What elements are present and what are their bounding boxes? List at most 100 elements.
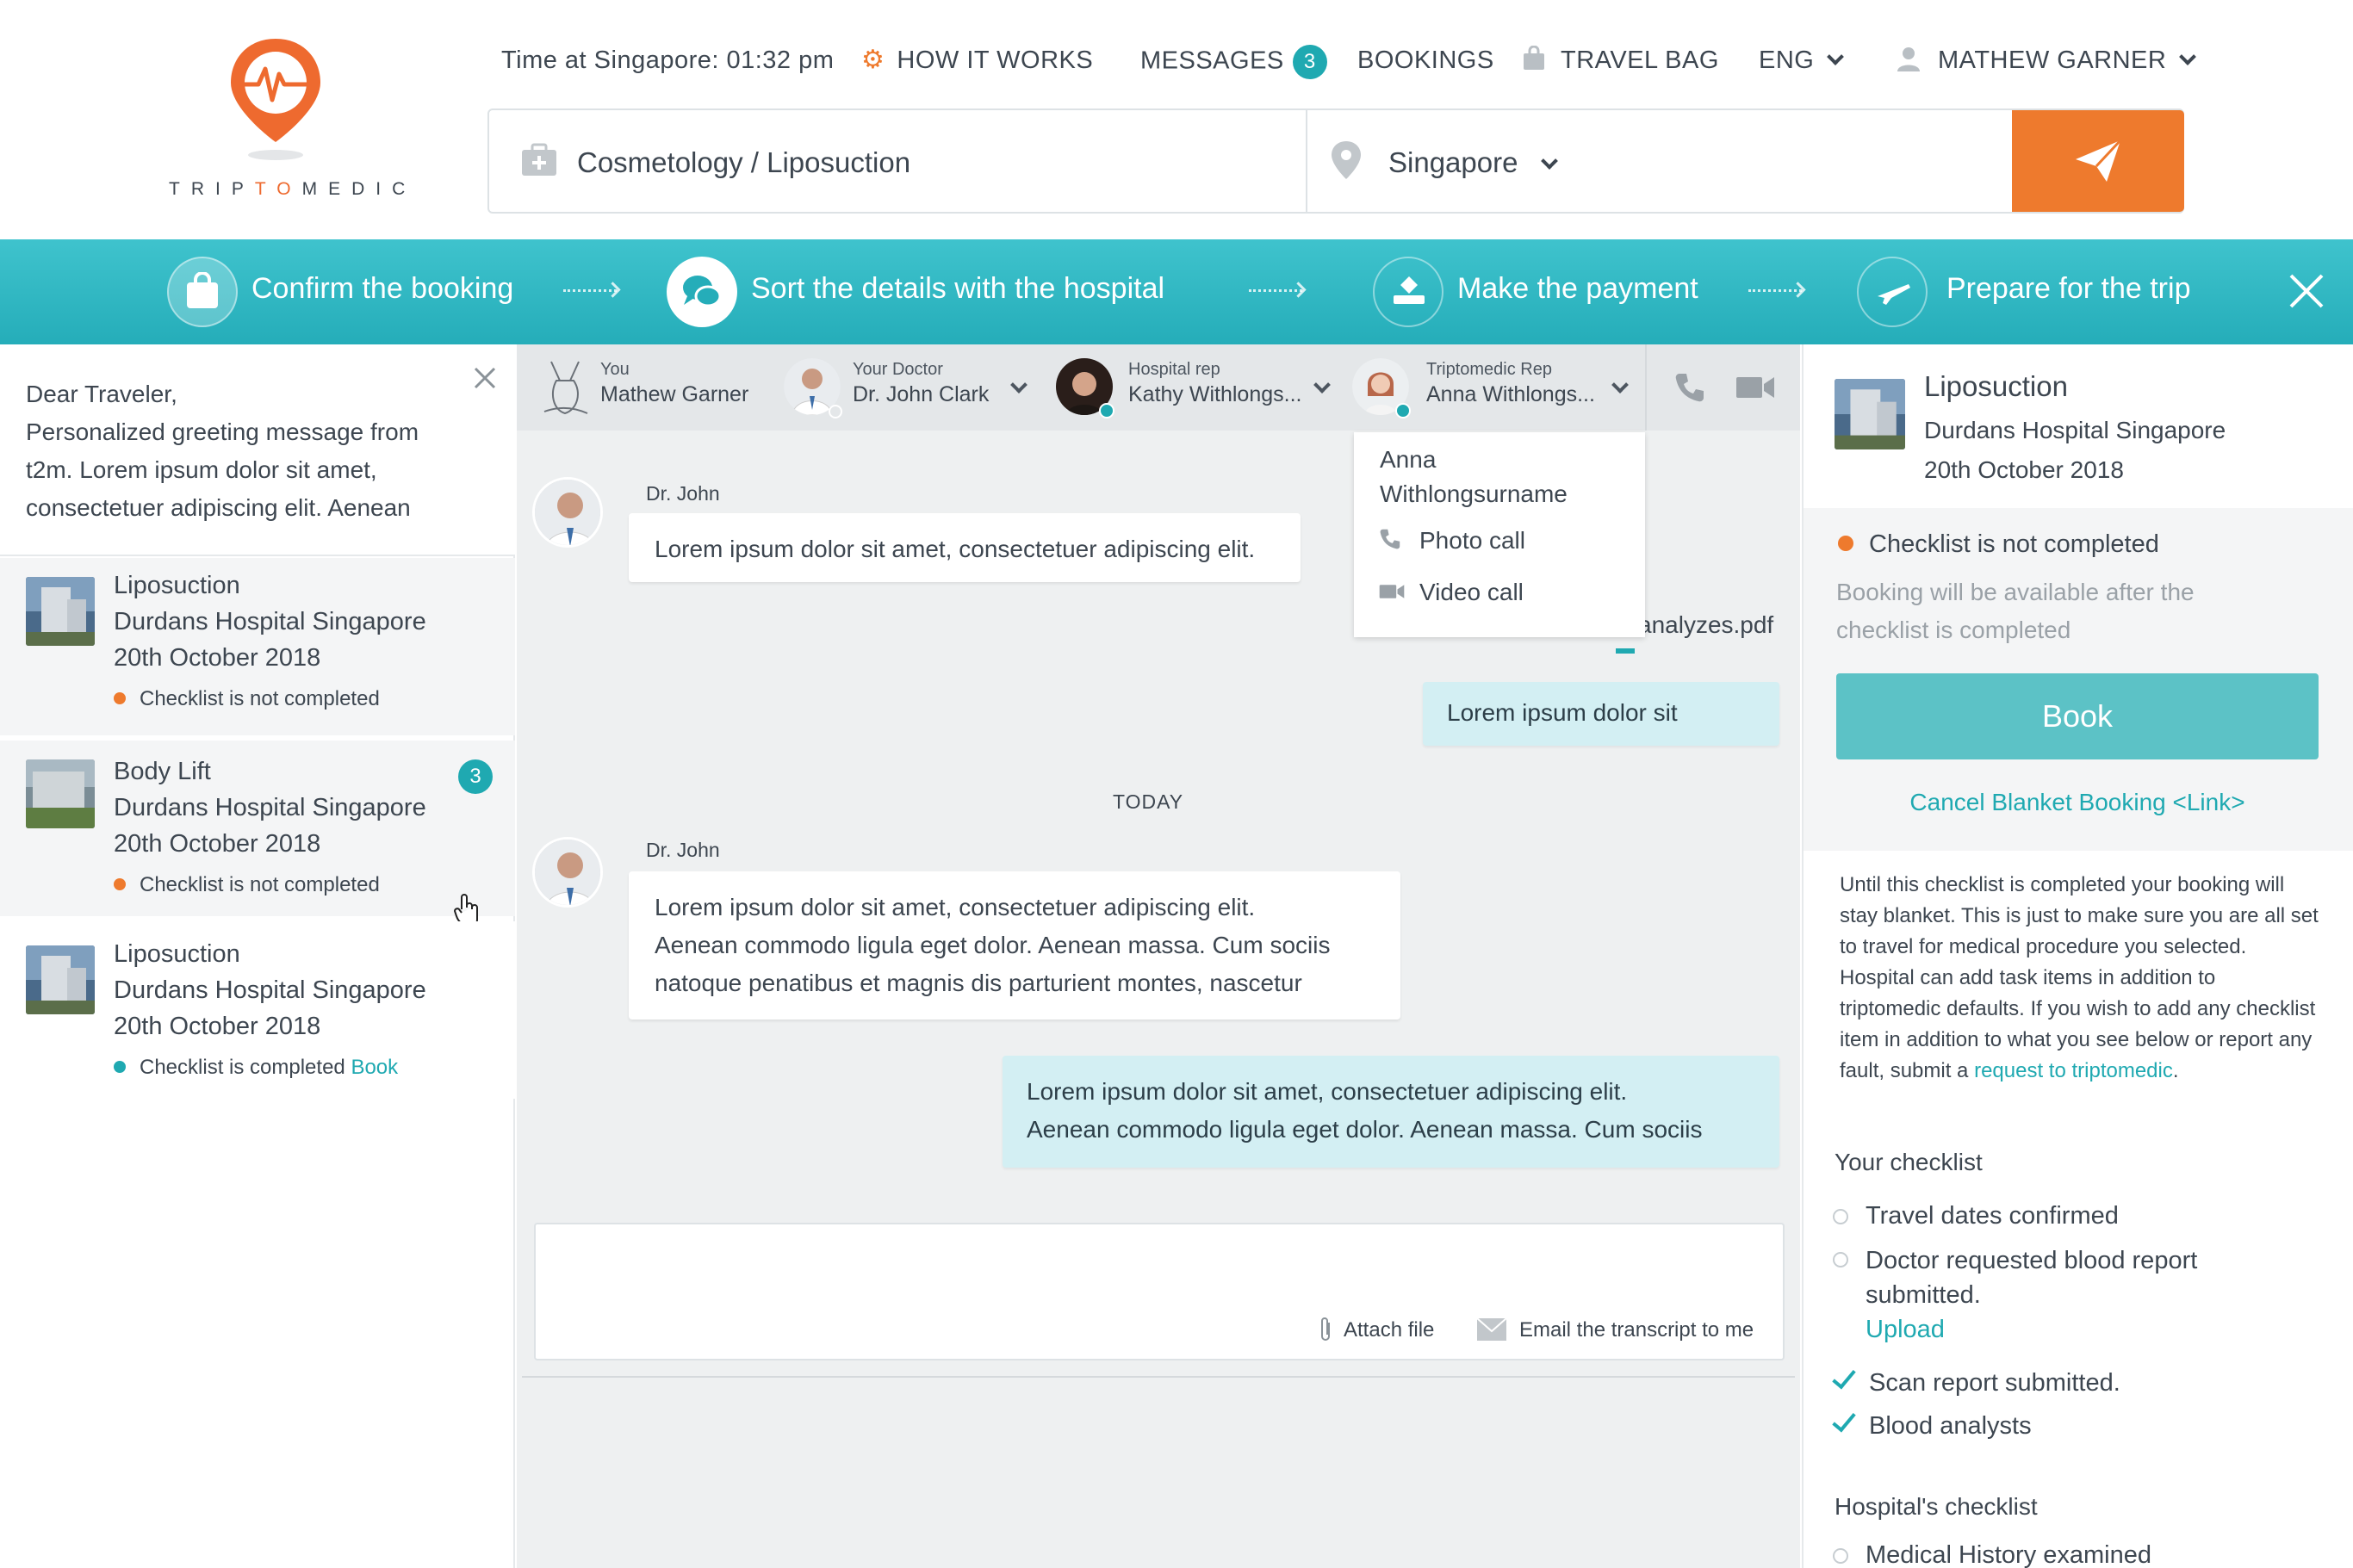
participant-name: Kathy Withlongs...: [1128, 382, 1302, 406]
paperclip-icon: [1321, 1317, 1330, 1341]
local-time: Time at Singapore: 01:32 pm: [501, 46, 835, 74]
chevron-down-icon: [1827, 48, 1845, 65]
treatment-value: Cosmetology / Liposuction: [577, 146, 911, 178]
cancel-blanket-booking-link[interactable]: Cancel Blanket Booking <Link>: [1836, 789, 2319, 816]
nav-messages[interactable]: MESSAGES 3: [1140, 45, 1327, 79]
step-sort-details-label[interactable]: Sort the details with the hospital: [751, 272, 1164, 306]
greeting-text: Dear Traveler, Personalized greeting mes…: [26, 381, 419, 521]
booking-procedure: Liposuction: [1924, 370, 2068, 402]
chevron-down-icon: [1010, 376, 1027, 394]
checklist-item[interactable]: Blood analysts: [1832, 1407, 2032, 1441]
dropdown-participant-name: Anna Withlongsurname: [1380, 446, 1568, 507]
participant-role: Triptomedic Rep: [1426, 360, 1552, 379]
step-payment-circle: [1373, 257, 1443, 327]
checklist-item[interactable]: Scan report submitted.: [1832, 1364, 2120, 1398]
nav-travel-bag[interactable]: TRAVEL BAG: [1521, 45, 1719, 76]
request-link[interactable]: request to triptomedic: [1974, 1059, 2173, 1082]
treatment-field[interactable]: Cosmetology / Liposuction: [517, 138, 1292, 189]
message-bubble-incoming: Lorem ipsum dolor sit amet, consectetuer…: [629, 513, 1301, 582]
booking-status: Checklist is completed Book: [114, 1056, 398, 1080]
step-arrow-icon: [1748, 289, 1802, 296]
upload-link[interactable]: Upload: [1866, 1316, 1945, 1343]
chat-bubbles-icon: [683, 276, 722, 307]
close-greeting-button[interactable]: [472, 365, 498, 391]
message-sender: Dr. John: [646, 482, 720, 505]
bag-icon: [1524, 45, 1544, 70]
booking-item[interactable]: Liposuction Durdans Hospital Singapore 2…: [0, 921, 515, 1099]
booking-procedure: Liposuction: [114, 940, 240, 968]
hospital-thumbnail: [1835, 379, 1905, 449]
step-confirm-label[interactable]: Confirm the booking: [251, 272, 513, 306]
message-sender: Dr. John: [646, 839, 720, 861]
participant-role: Hospital rep: [1128, 360, 1220, 379]
step-sort-details-circle: [667, 257, 737, 327]
your-checklist-heading: Your checklist: [1835, 1149, 1983, 1175]
step-arrow-icon: [563, 289, 617, 296]
nav-bookings[interactable]: BOOKINGS: [1357, 45, 1494, 76]
step-payment-label[interactable]: Make the payment: [1457, 272, 1698, 306]
step-trip-circle: [1857, 257, 1928, 327]
booking-hospital: Durdans Hospital Singapore: [1924, 417, 2226, 443]
booking-date: 20th October 2018: [114, 1013, 321, 1040]
close-steps-button[interactable]: [2288, 272, 2325, 310]
message-bubble-outgoing: Lorem ipsum dolor sit amet, consectetuer…: [1003, 1056, 1779, 1168]
checklist-item[interactable]: Doctor requested blood report submitted. U…: [1833, 1243, 2197, 1347]
participant-triptomedic-rep[interactable]: Triptomedic Rep Anna Withlongs...: [1352, 353, 1636, 422]
photo-call-option[interactable]: Photo call: [1378, 527, 1628, 567]
attach-file-button[interactable]: Attach file: [1318, 1316, 1434, 1343]
booking-item[interactable]: Body Lift Durdans Hospital Singapore 20t…: [0, 741, 515, 928]
booking-availability-note: Booking will be available after the chec…: [1836, 579, 2195, 643]
message-bubble-incoming: Lorem ipsum dolor sit amet, consectetuer…: [629, 871, 1400, 1020]
shopping-bag-icon: [187, 272, 218, 308]
hospital-thumbnail: [26, 759, 95, 828]
step-trip-label[interactable]: Prepare for the trip: [1946, 272, 2190, 306]
user-menu[interactable]: MATHEW GARNER: [1895, 45, 2197, 76]
checklist-status: Checklist is not completed: [1838, 530, 2159, 559]
close-icon: [474, 367, 496, 389]
voice-call-button[interactable]: [1673, 370, 1707, 405]
divider: [1645, 344, 1647, 431]
participant-name: Dr. John Clark: [853, 382, 990, 406]
booking-steps-bar: Confirm the booking Sort the details wit…: [0, 239, 2353, 344]
participant-name: Anna Withlongs...: [1426, 382, 1595, 406]
location-field[interactable]: Singapore: [1330, 138, 1984, 189]
booking-date: 20th October 2018: [1924, 456, 2124, 483]
checklist-item[interactable]: Medical History examined: [1833, 1541, 2151, 1568]
step-arrow-icon: [1249, 289, 1302, 296]
video-camera-icon: [1379, 585, 1405, 598]
search-submit-button[interactable]: [2012, 110, 2184, 212]
message-composer[interactable]: Attach file Email the transcript to me: [534, 1223, 1785, 1360]
medical-kit-icon: [522, 143, 556, 176]
participant-role: Your Doctor: [853, 360, 943, 379]
chevron-down-icon: [1611, 376, 1629, 394]
phone-icon: [1380, 529, 1400, 549]
doctor-avatar: [532, 837, 603, 908]
booking-hospital: Durdans Hospital Singapore: [114, 794, 426, 821]
gear-icon: ⚙: [861, 46, 885, 74]
nav-how-it-works[interactable]: ⚙ HOW IT WORKS: [861, 45, 1093, 76]
checkmark-icon: [1832, 1407, 1856, 1433]
participant-doctor[interactable]: Your Doctor Dr. John Clark: [784, 353, 1034, 422]
language-select[interactable]: ENG: [1759, 45, 1845, 76]
book-button[interactable]: Book: [1836, 673, 2319, 759]
unchecked-circle-icon: [1833, 1548, 1848, 1565]
email-transcript-button[interactable]: Email the transcript to me: [1476, 1317, 1754, 1342]
user-avatar: [541, 358, 591, 417]
video-call-button[interactable]: [1735, 370, 1776, 405]
brand-logo[interactable]: TRIPTOMEDIC: [164, 34, 422, 207]
day-divider: TODAY: [1113, 790, 1184, 813]
chevron-down-icon: [1541, 152, 1559, 170]
participant-hospital-rep[interactable]: Hospital rep Kathy Withlongs...: [1056, 353, 1340, 422]
checklist-item[interactable]: Travel dates confirmed: [1833, 1202, 2119, 1230]
booking-procedure: Liposuction: [114, 572, 240, 599]
participant-options-dropdown: Anna Withlongsurname Photo call Video ca…: [1354, 432, 1645, 637]
hospital-checklist-heading: Hospital's checklist: [1835, 1493, 2038, 1520]
booking-status: Checklist is not completed: [114, 687, 380, 711]
messages-count-badge: 3: [1292, 45, 1327, 79]
booking-hospital: Durdans Hospital Singapore: [114, 976, 426, 1004]
booking-item[interactable]: Liposuction Durdans Hospital Singapore 2…: [0, 558, 515, 735]
brand-name: TRIPTOMEDIC: [169, 179, 417, 199]
doctor-avatar: [532, 477, 603, 548]
video-call-option[interactable]: Video call: [1378, 579, 1628, 618]
book-link[interactable]: Book: [351, 1056, 398, 1079]
